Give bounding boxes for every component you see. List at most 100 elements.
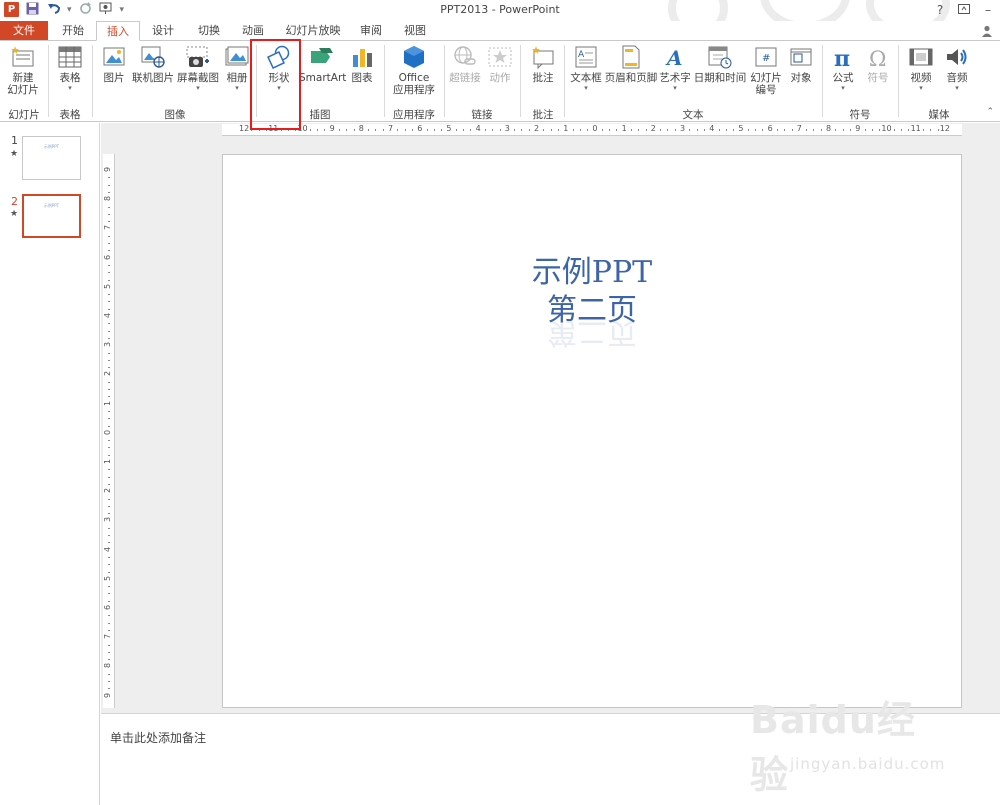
table-icon (58, 45, 82, 69)
ruler-tick-label: 1 (563, 124, 569, 133)
slide-canvas[interactable]: 示例PPT 第二页 第二页 (222, 154, 962, 708)
ruler-tick (108, 381, 110, 383)
date-time-icon (708, 45, 732, 69)
ruler-tick (108, 571, 110, 573)
ribbon-display-options-icon[interactable] (952, 0, 976, 21)
tab-home[interactable]: 开始 (54, 21, 92, 41)
ruler-tick-label: 2 (103, 488, 113, 494)
tab-animations[interactable]: 动画 (234, 21, 272, 41)
symbol-button[interactable]: Ω 符号 (862, 45, 894, 84)
textbox-button[interactable]: A 文本框 ▾ (568, 45, 604, 93)
dropdown-arrow-icon: ▾ (673, 84, 677, 92)
ruler-tick-label: 2 (103, 371, 113, 377)
object-button[interactable]: 对象 (786, 45, 816, 84)
ruler-tick (587, 129, 589, 131)
ruler-tick (108, 389, 110, 390)
ruler-tick (579, 129, 581, 131)
notes-placeholder[interactable]: 单击此处添加备注 (110, 729, 206, 746)
svg-text:A: A (578, 50, 585, 60)
header-footer-icon (619, 45, 643, 69)
ruler-tick-label: 3 (103, 517, 113, 523)
comment-button[interactable]: 批注 (526, 45, 560, 84)
svg-text:#: # (762, 53, 770, 64)
tab-design[interactable]: 设计 (144, 21, 182, 41)
ruler-tick (791, 129, 793, 131)
ruler-tick (455, 129, 457, 131)
screenshot-icon (186, 45, 210, 69)
dropdown-arrow-icon: ▾ (584, 84, 588, 92)
slide-thumbnail-2[interactable]: 示例PPT (22, 194, 81, 238)
ruler-tick (470, 129, 472, 131)
ruler-tick-label: 3 (680, 124, 686, 133)
picture-button[interactable]: 图片 (98, 45, 130, 84)
tab-file[interactable]: 文件 (0, 21, 48, 41)
wordart-button[interactable]: A 艺术字 ▾ (658, 45, 692, 93)
screenshot-button[interactable]: 屏幕截图 ▾ (176, 45, 220, 93)
wordart-icon: A (663, 45, 687, 70)
ruler-tick (638, 129, 640, 131)
ruler-tick-label: 9 (329, 124, 335, 133)
ruler-tick (108, 681, 110, 682)
office-apps-button[interactable]: Office 应用程序 (388, 45, 440, 96)
help-icon[interactable]: ? (928, 0, 952, 21)
ruler-tick-label: 9 (855, 124, 861, 133)
hyperlink-button[interactable]: 超链接 (448, 45, 482, 84)
ruler-tick (108, 243, 110, 244)
online-picture-button[interactable]: 联机图片 (132, 45, 174, 84)
header-footer-button[interactable]: 页眉和页脚 (604, 45, 658, 84)
action-button[interactable]: 动作 (484, 45, 516, 84)
minimize-icon[interactable]: – (976, 0, 1000, 21)
group-label-symbols: 符号 (849, 109, 871, 121)
ruler-tick (108, 301, 110, 303)
tab-insert[interactable]: 插入 (96, 21, 140, 41)
ruler-tick (108, 235, 110, 237)
ruler-tick (338, 129, 340, 131)
date-time-button[interactable]: 日期和时间 (692, 45, 748, 84)
ruler-tick (309, 129, 311, 131)
tab-review[interactable]: 审阅 (352, 21, 390, 41)
ruler-tick (689, 129, 691, 131)
ruler-tick (484, 129, 486, 131)
ruler-tick-label: 5 (103, 575, 113, 581)
slide-thumbnails-pane: 1 ★ 示例PPT 2 ★ 示例PPT (0, 123, 100, 805)
ruler-tick-label: 4 (103, 312, 113, 319)
equation-button[interactable]: π 公式 ▾ (826, 45, 860, 93)
tab-transitions[interactable]: 切换 (190, 21, 228, 41)
audio-button[interactable]: 音频 ▾ (940, 45, 974, 93)
chart-button[interactable]: 图表 (347, 45, 377, 84)
ruler-tick (353, 129, 355, 131)
symbol-label: 符号 (867, 72, 889, 84)
tab-view[interactable]: 视图 (396, 21, 434, 41)
slide-number-button[interactable]: # 幻灯片 编号 (748, 45, 784, 96)
wordart-label: 艺术字 (659, 72, 691, 84)
ruler-tick (499, 129, 501, 131)
ruler-tick-label: 7 (103, 225, 113, 231)
table-button[interactable]: 表格 ▾ (53, 45, 87, 93)
comment-icon (531, 45, 555, 70)
group-divider (48, 45, 49, 117)
group-label-comments: 批注 (532, 109, 554, 121)
ruler-tick (930, 129, 932, 131)
ruler-tick-label: 3 (504, 124, 510, 133)
ruler-tick-label: 0 (103, 429, 113, 435)
picture-icon (102, 45, 126, 69)
new-slide-icon (11, 45, 35, 69)
ruler-tick (630, 129, 632, 131)
collapse-ribbon-icon[interactable]: ⌃ (986, 107, 994, 117)
new-slide-button[interactable]: 新建 幻灯片 (3, 45, 43, 96)
ruler-tick (108, 264, 110, 266)
ruler-tick (718, 129, 720, 131)
slide-thumbnail-1[interactable]: 示例PPT (22, 136, 81, 180)
ruler-tick (108, 221, 110, 223)
smartart-button[interactable]: SmartArt (299, 45, 346, 84)
ruler-tick (733, 129, 735, 131)
video-button[interactable]: 视频 ▾ (904, 45, 938, 93)
group-divider (92, 45, 93, 117)
ruler-tick (557, 129, 559, 131)
tab-slideshow[interactable]: 幻灯片放映 (280, 21, 346, 41)
ruler-tick (108, 454, 110, 456)
ruler-tick (108, 527, 110, 529)
watermark-url: jingyan.baidu.com (790, 755, 946, 773)
user-account-icon[interactable] (980, 24, 994, 38)
photo-album-button[interactable]: 相册 ▾ (222, 45, 252, 93)
